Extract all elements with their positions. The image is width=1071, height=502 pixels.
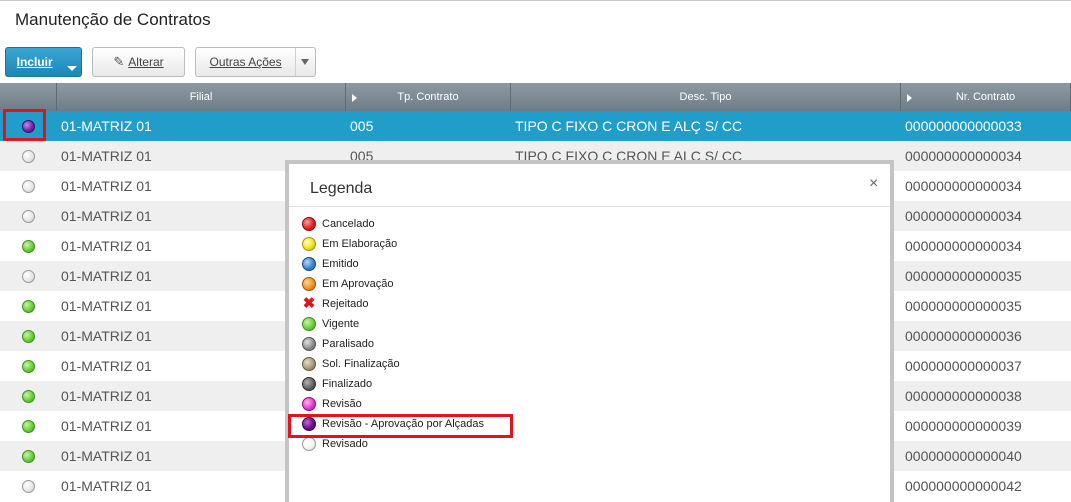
status-cell	[0, 351, 57, 381]
nr-contrato-cell: 000000000000034	[905, 178, 1022, 194]
nr-contrato-cell: 000000000000033	[905, 118, 1022, 134]
legend-item-label: Revisão	[322, 398, 362, 410]
legend-dialog: Legenda × Cancelado Em Elaboração Emitido E…	[285, 160, 894, 502]
status-green-icon[interactable]	[22, 299, 35, 313]
nr-contrato-cell: 000000000000042	[905, 478, 1022, 494]
column-header-nr-contrato[interactable]: Nr. Contrato	[901, 83, 1071, 111]
nr-contrato-cell: 000000000000034	[905, 208, 1022, 224]
legend-item: Vigente	[302, 316, 359, 332]
legend-item-label: Emitido	[322, 258, 359, 270]
nr-contrato-cell: 000000000000037	[905, 358, 1022, 374]
nr-contrato-cell: 000000000000035	[905, 298, 1022, 314]
orange-status-icon	[302, 277, 316, 291]
status-cell	[0, 291, 57, 321]
outras-acoes-dropdown-icon[interactable]	[295, 48, 315, 76]
legend-item: Finalizado	[302, 376, 372, 392]
status-cell	[0, 381, 57, 411]
legend-divider	[289, 206, 890, 207]
legend-item-label: Vigente	[322, 318, 360, 330]
filial-cell: 01-MATRIZ 01	[61, 118, 152, 134]
nr-contrato-cell: 000000000000039	[905, 418, 1022, 434]
status-cell	[0, 411, 57, 441]
status-green-icon[interactable]	[22, 359, 35, 373]
close-icon[interactable]: ×	[869, 175, 878, 193]
khaki-status-icon	[302, 357, 316, 371]
page-title: Manutenção de Contratos	[15, 10, 211, 29]
grey-status-icon	[302, 337, 316, 351]
status-green-icon[interactable]	[22, 449, 35, 463]
legend-item: Cancelado	[302, 216, 375, 232]
nr-contrato-cell: 000000000000036	[905, 328, 1022, 344]
green-status-icon	[302, 317, 316, 331]
legend-item: Revisado	[302, 436, 368, 452]
legend-item-label: Cancelado	[322, 218, 375, 230]
status-cell	[0, 321, 57, 351]
legend-item: Revisão	[302, 396, 362, 412]
legend-item: Sol. Finalização	[302, 356, 400, 372]
outras-acoes-label: Outras Ações	[209, 55, 282, 69]
legend-item-label: Paralisado	[322, 338, 374, 350]
status-grey-icon[interactable]	[22, 269, 35, 283]
column-header-tp-contrato[interactable]: Tp. Contrato	[346, 83, 511, 111]
red-status-icon	[302, 217, 316, 231]
legend-item: Paralisado	[302, 336, 374, 352]
status-grey-icon[interactable]	[22, 149, 35, 163]
status-grey-icon[interactable]	[22, 479, 35, 493]
nr-contrato-cell: 000000000000038	[905, 388, 1022, 404]
status-cell	[0, 471, 57, 501]
top-border	[0, 0, 1071, 1]
legend-item: Emitido	[302, 256, 359, 272]
legend-item-label: Rejeitado	[322, 298, 369, 310]
legend-item: Em Elaboração	[302, 236, 397, 252]
status-cell	[0, 441, 57, 471]
tp-contrato-cell: 005	[350, 118, 374, 134]
status-cell	[0, 261, 57, 291]
legend-item: ✖ Rejeitado	[302, 295, 369, 312]
table-row[interactable]: 01-MATRIZ 01 005 TIPO C FIXO C CRON E ALÇ …	[0, 111, 1071, 141]
blue-status-icon	[302, 257, 316, 271]
column-header-filial[interactable]: Filial	[57, 83, 346, 111]
status-cell	[0, 171, 57, 201]
grid-header: Filial Tp. Contrato Desc. Tipo Nr. Contr…	[0, 83, 1071, 111]
status-grey-icon[interactable]	[22, 209, 35, 223]
outras-acoes-button[interactable]: Outras Ações	[195, 47, 316, 77]
alterar-button[interactable]: ✎ Alterar	[92, 47, 185, 77]
status-cell	[0, 231, 57, 261]
nr-contrato-cell: 000000000000034	[905, 148, 1022, 164]
alterar-label: Alterar	[128, 55, 164, 69]
status-grey-icon[interactable]	[22, 179, 35, 193]
nr-contrato-cell: 000000000000040	[905, 448, 1022, 464]
magenta-status-icon	[302, 397, 316, 411]
nr-contrato-cell: 000000000000034	[905, 238, 1022, 254]
status-highlight-box	[3, 109, 46, 141]
nr-contrato-cell: 000000000000035	[905, 268, 1022, 284]
x-mark-icon: ✖	[302, 295, 316, 312]
desc-tipo-cell: TIPO C FIXO C CRON E ALÇ S/ CC	[515, 118, 743, 134]
incluir-label: Incluir	[16, 55, 53, 69]
status-green-icon[interactable]	[22, 239, 35, 253]
dark-status-icon	[302, 377, 316, 391]
column-header-desc-tipo[interactable]: Desc. Tipo	[511, 83, 901, 111]
yellow-status-icon	[302, 237, 316, 251]
legend-item-label: Sol. Finalização	[322, 358, 400, 370]
status-cell	[0, 201, 57, 231]
incluir-button[interactable]: Incluir	[5, 47, 82, 77]
legend-item-label: Finalizado	[322, 378, 373, 390]
pencil-icon: ✎	[113, 54, 125, 69]
incluir-dropdown-icon[interactable]	[63, 48, 81, 76]
legend-item-label: Revisado	[322, 438, 368, 450]
legend-highlight-box	[288, 414, 513, 438]
column-header-status[interactable]	[0, 83, 57, 111]
legend-title: Legenda	[310, 180, 373, 197]
status-green-icon[interactable]	[22, 389, 35, 403]
white-status-icon	[302, 437, 316, 451]
legend-item: Em Aprovação	[302, 276, 394, 292]
status-green-icon[interactable]	[22, 329, 35, 343]
legend-item-label: Em Aprovação	[322, 278, 394, 290]
status-green-icon[interactable]	[22, 419, 35, 433]
status-cell	[0, 141, 57, 171]
legend-item-label: Em Elaboração	[322, 238, 398, 250]
